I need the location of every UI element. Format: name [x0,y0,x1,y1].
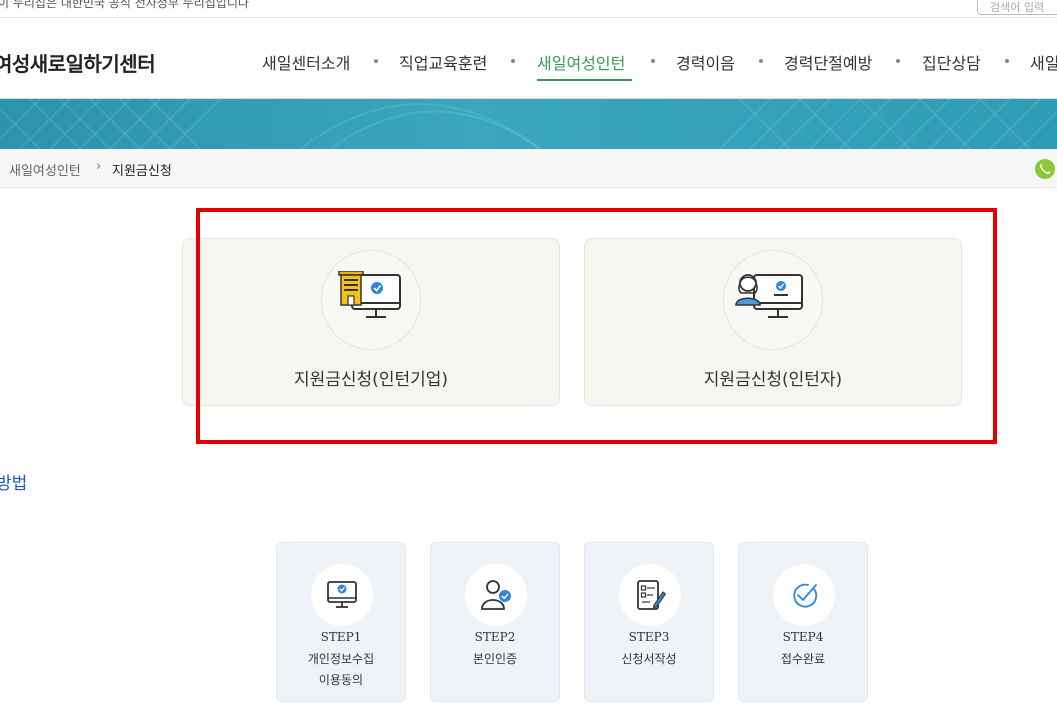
nav-item-group-counsel[interactable]: 집단상담 [922,50,981,74]
breadcrumb-current: 지원금신청 [112,164,172,179]
gov-notice: 이 누리집은 대한민국 공식 전자정부 누리집입니다 [0,0,249,10]
step-name: STEP1 [320,630,362,644]
nav-separator-dot [651,59,655,63]
form-pen-icon [637,580,667,610]
nav-item-center-intro[interactable]: 새일센터소개 [262,50,350,74]
apply-intern-card[interactable]: 지원금신청(인턴자) [584,238,962,406]
apply-intern-label: 지원금신청(인턴자) [703,370,843,390]
nav-separator-dot [1005,59,1009,63]
step-card-2: STEP2 본인인증 [430,542,560,702]
step-icon-circle [773,564,835,626]
breadcrumb: 새일여성인턴 › 지원금신청 [0,149,1057,188]
site-header: 여성새로일하기센터 새일센터소개 직업교육훈련 새일여성인턴 경력이음 경력단절… [0,19,1057,99]
nav-separator-dot [759,59,763,63]
step-icon-circle [465,564,527,626]
step-description: 접수완료 [739,649,867,670]
step-card-4: STEP4 접수완료 [738,542,868,702]
step-name: STEP4 [782,630,824,644]
hero-pattern [0,99,1057,149]
step-desc-line: 본인인증 [472,652,518,666]
company-monitor-icon [338,271,401,318]
section-heading: 방법 [0,474,28,494]
search-input[interactable]: 검색어 입력 [977,0,1057,15]
user-check-icon [481,580,511,610]
gov-banner: 이 누리집은 대한민국 공식 전자정부 누리집입니다 검색어 입력 [0,0,1057,18]
apply-company-card[interactable]: 지원금신청(인턴기업) [182,238,560,406]
nav-item-career-link[interactable]: 경력이음 [676,50,735,74]
nav-item-job-training[interactable]: 직업교육훈련 [399,50,487,74]
intern-icon-circle [723,250,823,350]
step-description: 신청서작성 [585,649,713,670]
company-icon-circle [321,250,421,350]
nav-item-saeil[interactable]: 새일 [1030,50,1057,74]
breadcrumb-parent[interactable]: 새일여성인턴 [9,160,81,179]
step-name: STEP3 [628,630,670,644]
step-icon-circle [311,564,373,626]
step-card-1: STEP1 개인정보수집 이용동의 [276,542,406,702]
step-desc-line: 접수완료 [780,652,826,666]
nav-item-intern[interactable]: 새일여성인턴 [537,50,625,74]
step-description: 개인정보수집 이용동의 [277,649,405,691]
monitor-check-icon [327,581,357,608]
step-desc-line: 신청서작성 [621,652,677,666]
nav-active-underline [537,79,632,81]
nav-separator-dot [374,59,378,63]
nav-separator-dot [511,59,515,63]
nav-item-career-prevention[interactable]: 경력단절예방 [784,50,872,74]
phone-icon[interactable] [1035,159,1055,179]
hero-banner [0,99,1057,149]
site-logo[interactable]: 여성새로일하기센터 [0,48,156,77]
step-icon-circle [619,564,681,626]
step-desc-line: 개인정보수집 [307,652,375,666]
step-desc-line: 이용동의 [318,673,364,687]
step-description: 본인인증 [431,649,559,670]
apply-company-label: 지원금신청(인턴기업) [293,370,449,390]
intern-monitor-icon [735,274,803,318]
breadcrumb-separator: › [96,159,102,174]
step-name: STEP2 [474,630,516,644]
nav-separator-dot [896,59,900,63]
step-card-3: STEP3 신청서작성 [584,542,714,702]
check-circle-icon [793,583,818,608]
